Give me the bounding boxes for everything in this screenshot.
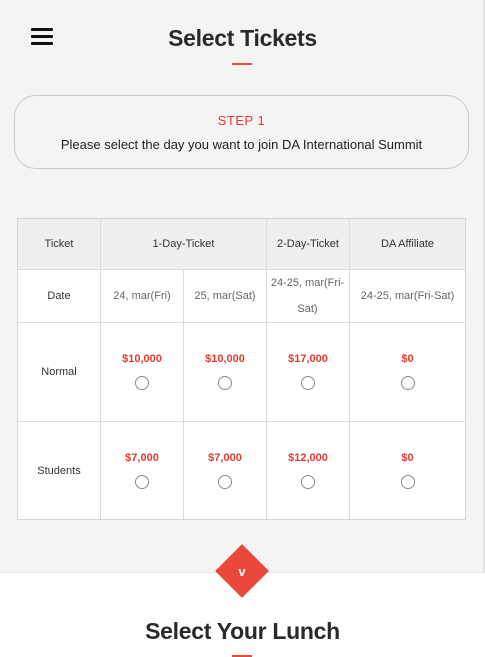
price-normal-affiliate: $0 [401,353,414,365]
title-underline [232,63,252,65]
price-normal-day2: $10,000 [205,353,245,365]
row-label-students: Students [37,464,81,477]
date-affiliate: 24-25, mar(Fri-Sat) [360,290,455,302]
section-title-lunch: Select Your Lunch [145,618,340,644]
radio-normal-affiliate[interactable] [401,376,415,390]
radio-students-day1[interactable] [135,475,149,489]
row-label-date: Date [47,290,71,302]
price-students-two-day: $12,000 [288,452,328,464]
header-ticket: Ticket [44,238,74,250]
step-label: STEP 1 [217,113,266,128]
radio-normal-day1[interactable] [135,376,149,390]
step-box: STEP 1 Please select the day you want to… [14,95,469,169]
price-normal-two-day: $17,000 [288,353,328,365]
radio-normal-two-day[interactable] [301,376,315,390]
date-two-day: 24-25, mar(Fri-Sat) [270,277,345,315]
radio-normal-day2[interactable] [218,376,232,390]
price-students-day2: $7,000 [208,452,242,464]
radio-students-affiliate[interactable] [401,475,415,489]
radio-students-day2[interactable] [218,475,232,489]
page-title: Select Tickets [168,25,317,51]
header-2-day-ticket: 2-Day-Ticket [277,238,339,250]
price-students-day1: $7,000 [125,452,159,464]
price-students-affiliate: $0 [401,452,414,464]
date-day1: 24, mar(Fri) [113,290,171,302]
step-description: Please select the day you want to join D… [60,137,423,152]
ticket-table: Ticket 1-Day-Ticket 2-Day-Ticket DA Affi… [17,218,466,520]
price-normal-day1: $10,000 [122,353,162,365]
header-da-affiliate: DA Affiliate [381,238,434,250]
date-day2: 25, mar(Sat) [194,290,256,302]
radio-students-two-day[interactable] [301,475,315,489]
row-label-normal: Normal [41,366,77,378]
header-1-day-ticket: 1-Day-Ticket [152,238,215,250]
